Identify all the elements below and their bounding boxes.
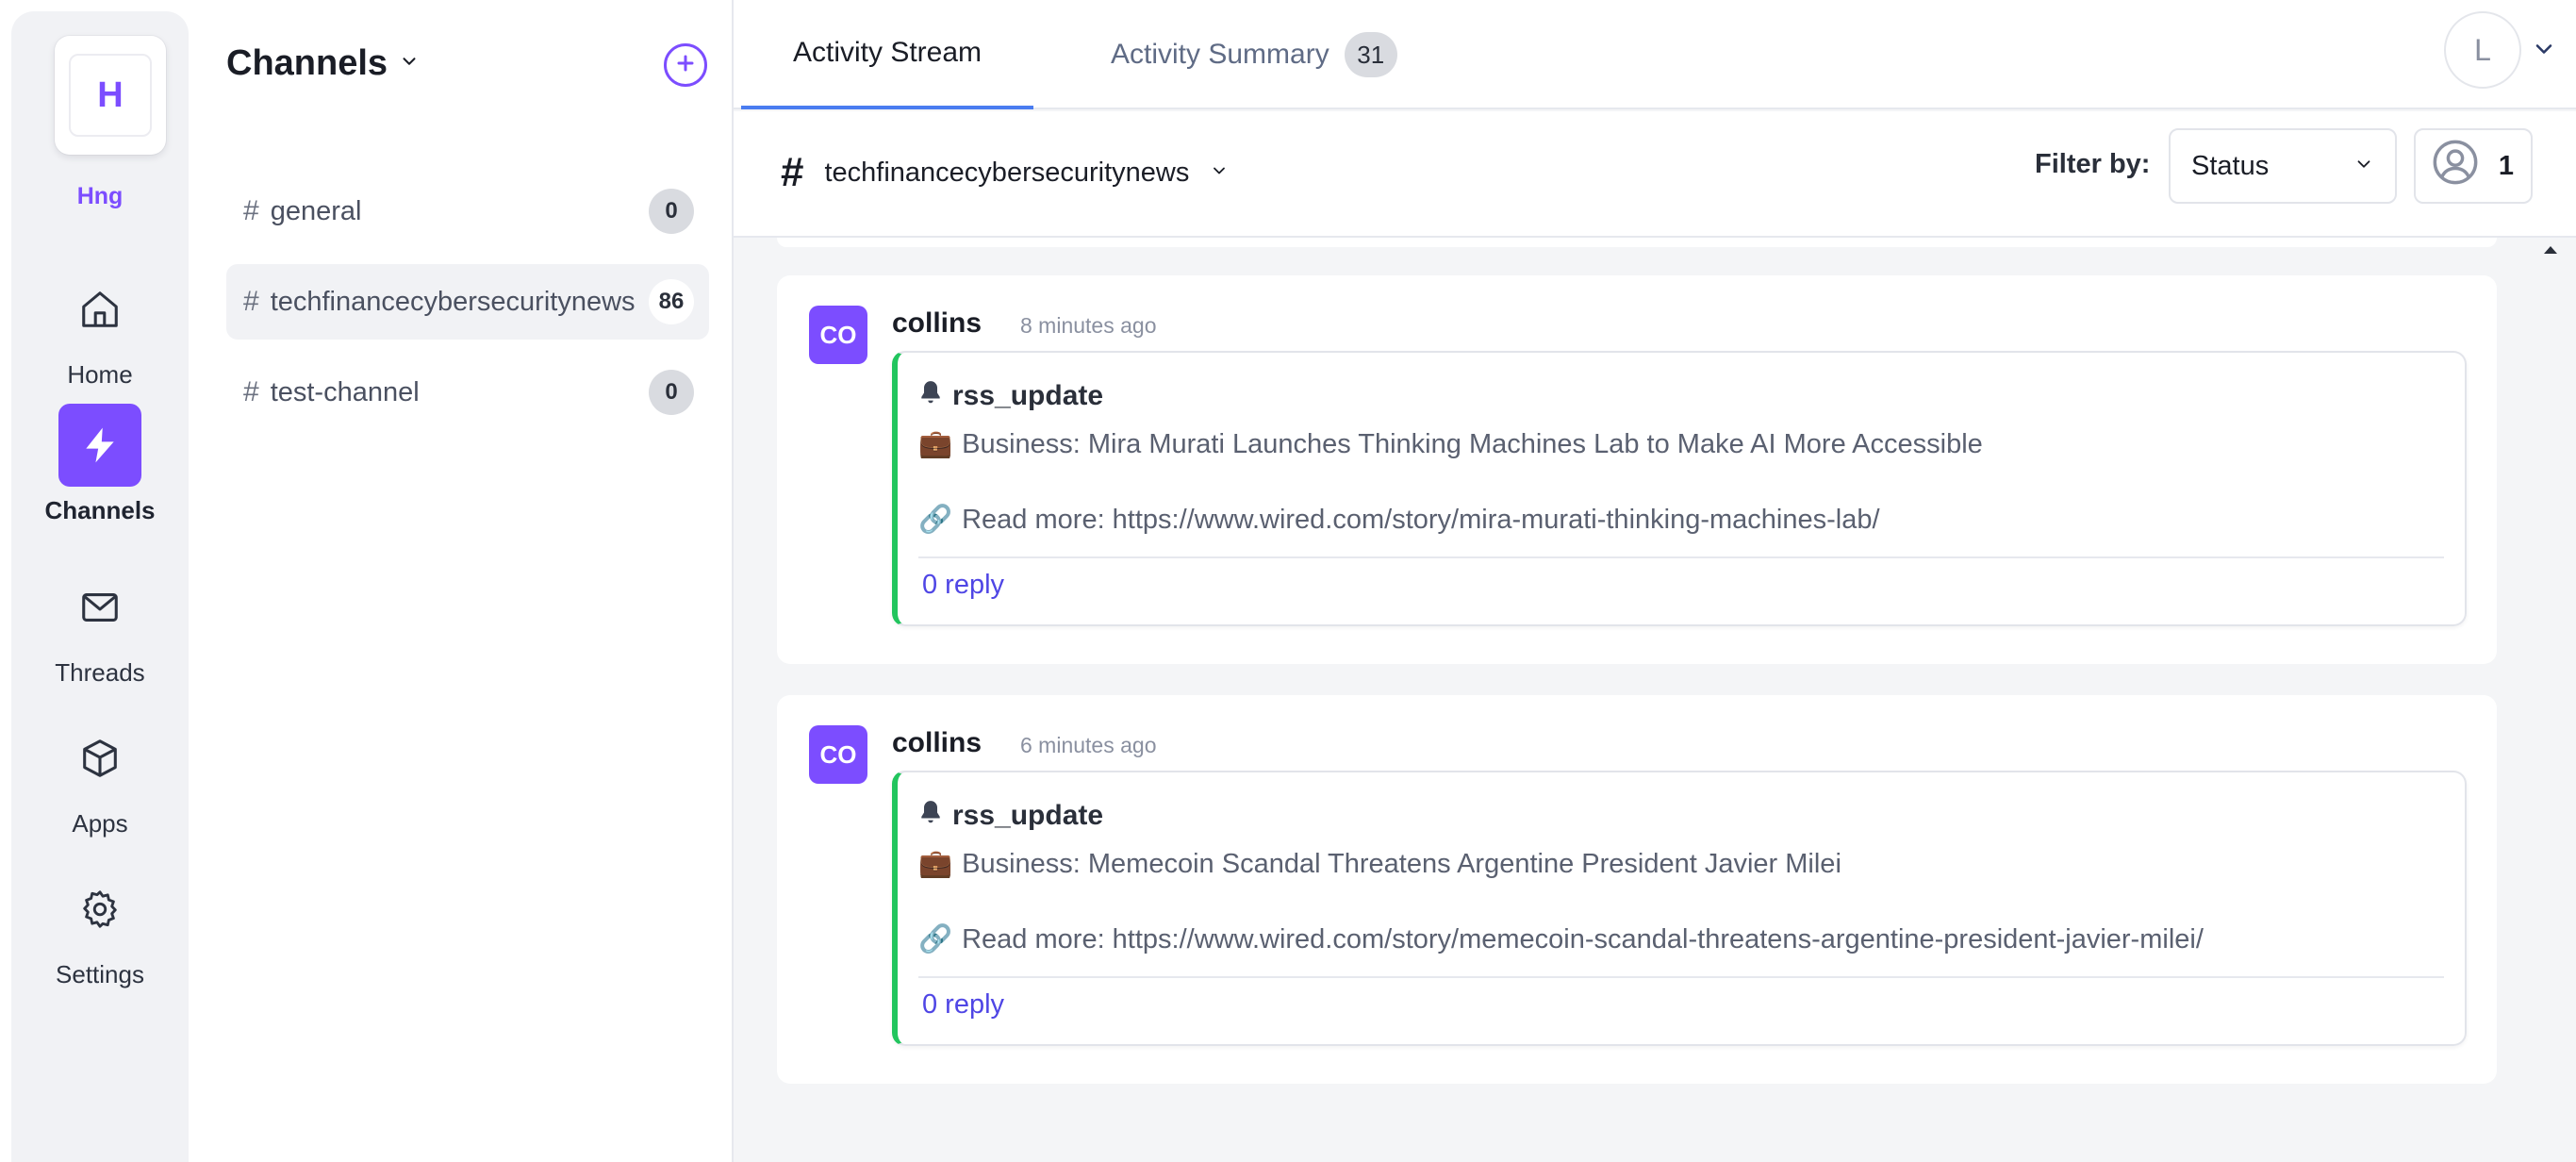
briefcase-icon: 💼 (918, 429, 953, 459)
channel-unread-count: 86 (649, 279, 694, 324)
business-text: Business: Memecoin Scandal Threatens Arg… (962, 848, 1841, 879)
channel-name: test-channel (270, 376, 420, 407)
status-filter-select[interactable]: Status (2169, 128, 2397, 204)
rail-item-apps[interactable]: Apps (11, 717, 189, 838)
workspace-name: Hng (76, 183, 124, 209)
home-icon (58, 268, 141, 351)
message-card: CO collins 6 minutes ago rss_update 💼 Bu… (777, 695, 2497, 1084)
hash-icon: # (781, 149, 804, 195)
bell-icon (918, 379, 943, 413)
tab-label: Activity Summary (1111, 39, 1329, 70)
filter-label: Filter by: (2035, 149, 2151, 179)
author-avatar[interactable]: CO (809, 725, 867, 784)
user-circle-icon (2431, 138, 2480, 194)
tab-activity-summary[interactable]: Activity Summary 31 (1111, 0, 1397, 109)
message-body: rss_update 💼 Business: Mira Murati Launc… (892, 351, 2467, 626)
hash-icon: # (243, 376, 259, 407)
plus-icon (674, 52, 697, 79)
briefcase-icon: 💼 (918, 849, 953, 879)
tab-label: Activity Stream (792, 37, 983, 68)
workspace-logo[interactable]: H (55, 36, 166, 155)
channels-title: Channels (226, 43, 388, 83)
rail-item-label: Channels (44, 496, 156, 524)
author-avatar[interactable]: CO (809, 306, 867, 364)
channel-item-general[interactable]: # general 0 (226, 174, 709, 249)
chevron-down-icon (399, 51, 420, 76)
tabs-bar: Activity Stream Activity Summary 31 L (734, 0, 2576, 109)
message-type: rss_update (918, 799, 1103, 833)
channel-name: techfinancecybersecuritynews (270, 286, 636, 317)
tab-activity-stream[interactable]: Activity Stream (741, 0, 1033, 109)
channel-item-techfinancecybersecuritynews[interactable]: # techfinancecybersecuritynews 86 (226, 264, 709, 340)
message-author[interactable]: collins (892, 727, 982, 759)
chevron-down-icon (1210, 161, 1229, 185)
rail-item-label: Settings (56, 960, 144, 988)
scroll-up-arrow-icon[interactable] (2542, 243, 2559, 260)
read-more-line: 🔗 Read more: https://www.wired.com/story… (918, 504, 1880, 536)
reply-link[interactable]: 0 reply (922, 570, 1004, 601)
message-author[interactable]: collins (892, 307, 982, 340)
rail-item-label: Apps (72, 809, 128, 838)
left-rail: H Hng Home Channels Threads Apps Setting… (11, 11, 189, 1162)
chevron-down-icon (2353, 151, 2374, 182)
add-channel-button[interactable] (664, 43, 707, 87)
rail-item-threads[interactable]: Threads (11, 566, 189, 688)
summary-count-badge: 31 (1344, 32, 1397, 77)
cube-icon (58, 717, 141, 800)
business-line: 💼 Business: Memecoin Scandal Threatens A… (918, 848, 1841, 880)
link-icon: 🔗 (918, 924, 953, 954)
mail-icon (58, 566, 141, 649)
rail-item-home[interactable]: Home (11, 268, 189, 390)
read-more-link[interactable]: Read more: https://www.wired.com/story/m… (962, 924, 2204, 955)
read-more-line: 🔗 Read more: https://www.wired.com/story… (918, 923, 2204, 955)
main-area: Activity Stream Activity Summary 31 L # … (734, 0, 2576, 1162)
message-type: rss_update (918, 379, 1103, 413)
channel-unread-count: 0 (649, 189, 694, 234)
message-timestamp: 6 minutes ago (1020, 733, 1157, 757)
rail-item-settings[interactable]: Settings (11, 868, 189, 989)
status-filter-value: Status (2191, 150, 2270, 181)
message-timestamp: 8 minutes ago (1020, 313, 1157, 338)
app-root: H Hng Home Channels Threads Apps Setting… (0, 0, 2576, 1162)
rail-item-channels[interactable]: Channels (11, 404, 189, 525)
link-icon: 🔗 (918, 505, 953, 535)
members-count: 1 (2498, 150, 2514, 181)
channels-dropdown[interactable]: Channels (226, 43, 420, 84)
previous-message-edge (777, 238, 2497, 247)
channel-item-test-channel[interactable]: # test-channel 0 (226, 355, 709, 430)
channel-selector[interactable]: # techfinancecybersecuritynews (781, 149, 1229, 196)
divider (918, 976, 2444, 978)
hash-icon: # (243, 286, 259, 317)
channel-name: general (270, 195, 362, 226)
gear-icon (58, 868, 141, 951)
message-body: rss_update 💼 Business: Memecoin Scandal … (892, 771, 2467, 1046)
members-button[interactable]: 1 (2414, 128, 2533, 204)
channels-panel: Channels # general 0 # techfinancecybers… (189, 0, 734, 1162)
current-channel-name: techfinancecybersecuritynews (824, 157, 1190, 188)
rail-item-label: Threads (55, 658, 145, 687)
business-text: Business: Mira Murati Launches Thinking … (962, 428, 1983, 459)
bell-icon (918, 799, 943, 833)
workspace-initial: H (69, 54, 152, 137)
business-line: 💼 Business: Mira Murati Launches Thinkin… (918, 428, 1983, 460)
message-type-label: rss_update (952, 380, 1104, 411)
hash-icon: # (243, 195, 259, 226)
user-avatar[interactable]: L (2444, 11, 2521, 89)
reply-link[interactable]: 0 reply (922, 989, 1004, 1021)
channel-unread-count: 0 (649, 370, 694, 415)
message-card: CO collins 8 minutes ago rss_update 💼 Bu… (777, 275, 2497, 664)
divider (918, 556, 2444, 558)
read-more-link[interactable]: Read more: https://www.wired.com/story/m… (962, 505, 1879, 536)
lightning-icon (58, 404, 141, 487)
chevron-down-icon[interactable] (2531, 36, 2557, 67)
rail-item-label: Home (67, 360, 133, 389)
message-type-label: rss_update (952, 800, 1104, 831)
